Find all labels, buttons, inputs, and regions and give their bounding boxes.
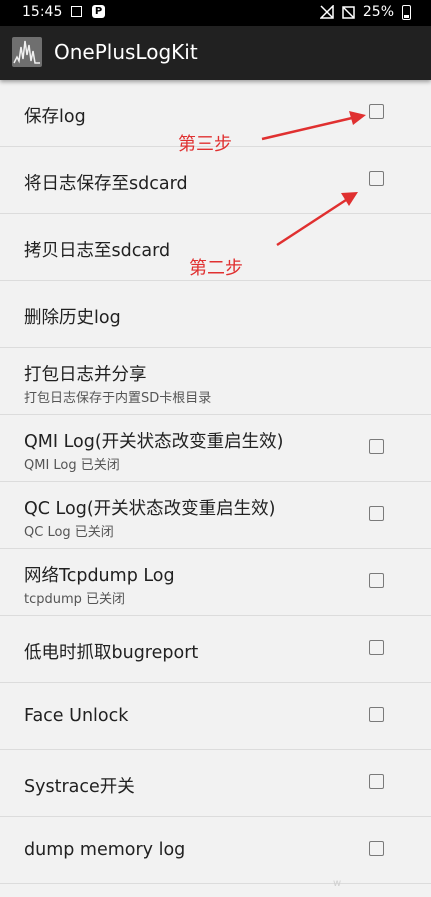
qc-log-checkbox[interactable] [369,506,384,521]
list-item-tcpdump-log[interactable]: 网络Tcpdump Log tcpdump 已关闭 [0,549,431,616]
list-item-title: 低电时抓取bugreport [24,643,199,663]
list-item-save-to-sdcard[interactable]: 将日志保存至sdcard [0,147,431,214]
list-item-title: Face Unlock [24,706,129,726]
list-item-title: dump memory log [24,840,186,860]
save-log-checkbox[interactable] [369,104,384,119]
list-item-subtitle: tcpdump 已关闭 [24,592,126,607]
list-item-title: 将日志保存至sdcard [24,174,188,194]
list-item-title: 网络Tcpdump Log [24,566,175,586]
list-item-title: 删除历史log [24,308,121,328]
status-right: 25% [319,4,411,20]
step-three-label: 第三步 [178,134,232,155]
list-item-qc-log[interactable]: QC Log(开关状态改变重启生效) QC Log 已关闭 [0,482,431,549]
list-item-dump-memory-log[interactable]: dump memory log [0,817,431,884]
list-item-title: QMI Log(开关状态改变重启生效) [24,432,284,452]
list-item-subtitle: 打包日志保存于内置SD卡根目录 [24,391,212,406]
list-item-low-battery-bugreport[interactable]: 低电时抓取bugreport [0,616,431,683]
watermark: w [333,878,342,889]
status-bar: 15:45 P 25% [0,0,431,26]
list-item-title: Systrace开关 [24,777,135,797]
battery-percent: 25% [362,4,394,20]
list-item-face-unlock[interactable]: Face Unlock [0,683,431,750]
low-battery-bugreport-checkbox[interactable] [369,640,384,655]
list-item-title: 打包日志并分享 [24,365,147,385]
qmi-log-checkbox[interactable] [369,439,384,454]
no-image-icon [342,5,355,19]
battery-icon [402,4,411,20]
list-item-systrace[interactable]: Systrace开关 [0,750,431,817]
list-item-delete-history[interactable]: 删除历史log [0,281,431,348]
step-two-label: 第二步 [189,258,243,279]
systrace-checkbox[interactable] [369,774,384,789]
dump-memory-log-checkbox[interactable] [369,841,384,856]
image-icon [71,6,82,17]
list-item-title: QC Log(开关状态改变重启生效) [24,499,276,519]
app-title: OnePlusLogKit [54,40,198,64]
list-item-title: 拷贝日志至sdcard [24,241,171,261]
app-bar: OnePlusLogKit [0,26,431,80]
list-item-qmi-log[interactable]: QMI Log(开关状态改变重启生效) QMI Log 已关闭 [0,415,431,482]
list-item-title: 保存log [24,107,86,127]
list-item-subtitle: QC Log 已关闭 [24,525,114,540]
waveform-icon [12,37,42,67]
list-item-pack-and-share[interactable]: 打包日志并分享 打包日志保存于内置SD卡根目录 [0,348,431,415]
face-unlock-checkbox[interactable] [369,707,384,722]
tcpdump-log-checkbox[interactable] [369,573,384,588]
list-item-subtitle: QMI Log 已关闭 [24,458,120,473]
status-time: 15:45 [22,4,63,20]
p-badge-icon: P [92,5,105,18]
no-signal-icon [319,5,334,19]
settings-list: 保存log 将日志保存至sdcard 拷贝日志至sdcard 删除历史log 打… [0,80,431,884]
save-to-sdcard-checkbox[interactable] [369,171,384,186]
